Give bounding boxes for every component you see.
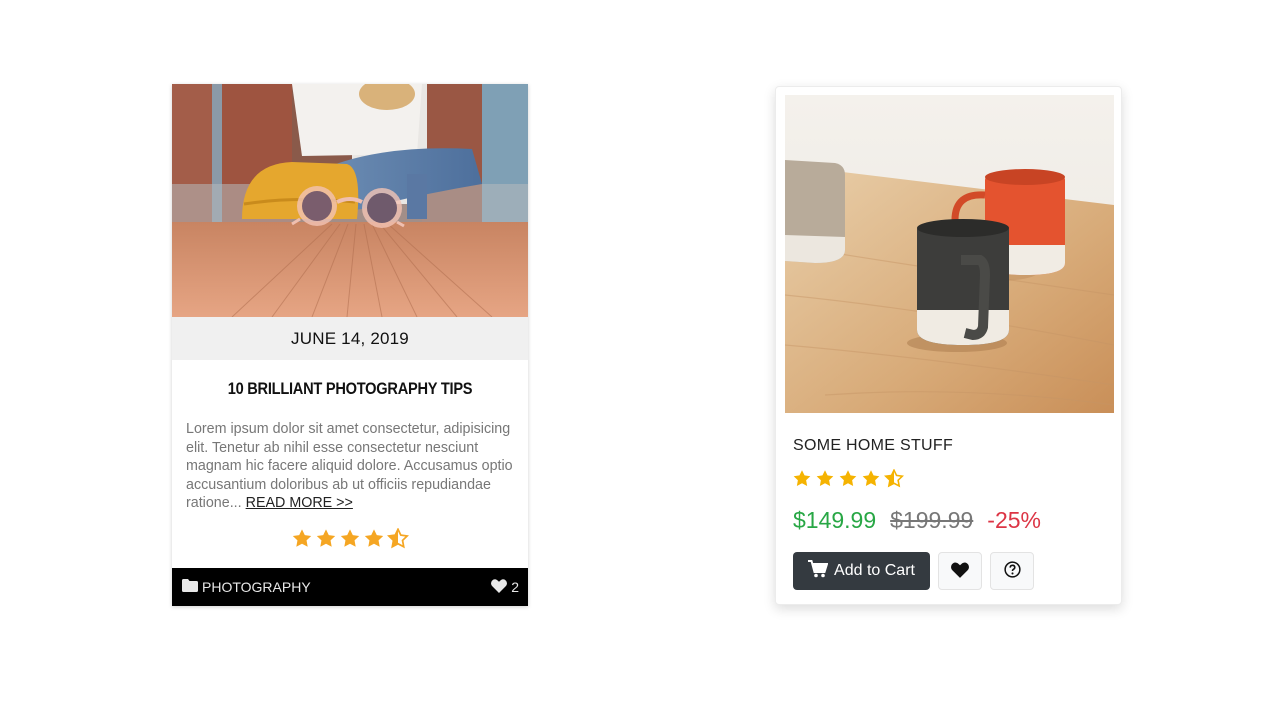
star-full-icon (838, 469, 858, 493)
add-to-cart-button[interactable]: Add to Cart (793, 552, 930, 590)
likes-count: 2 (511, 579, 519, 595)
star-half-icon (883, 468, 905, 493)
product-actions: Add to Cart (793, 552, 1034, 590)
question-circle-icon (1003, 561, 1021, 581)
star-full-icon (861, 469, 881, 493)
blog-image-sunglasses (172, 84, 528, 317)
post-title[interactable]: 10 BRILLIANT PHOTOGRAPHY TIPS (197, 379, 503, 399)
star-full-icon (315, 528, 337, 554)
post-date: JUNE 14, 2019 (172, 317, 528, 360)
product-title[interactable]: SOME HOME STUFF (793, 437, 953, 455)
star-full-icon (792, 469, 812, 493)
star-half-icon (386, 527, 410, 554)
star-full-icon (291, 528, 313, 554)
price-row: $149.99 $199.99 -25% (793, 507, 1041, 534)
star-full-icon (815, 469, 835, 493)
wishlist-button[interactable] (938, 552, 982, 590)
heart-icon (491, 578, 508, 596)
add-to-cart-label: Add to Cart (834, 562, 915, 579)
post-footer: PHOTOGRAPHY 2 (172, 568, 528, 606)
post-likes[interactable]: 2 (491, 578, 519, 596)
folder-icon (182, 579, 198, 595)
category-label: PHOTOGRAPHY (202, 579, 311, 595)
post-category[interactable]: PHOTOGRAPHY (182, 579, 311, 595)
post-rating (172, 527, 528, 554)
heart-icon (951, 561, 969, 581)
star-full-icon (339, 528, 361, 554)
read-more-link[interactable]: READ MORE >> (246, 495, 353, 511)
product-card: SOME HOME STUFF $149.99 $199.99 -25% Add… (775, 86, 1122, 605)
product-image-mugs (785, 95, 1114, 413)
blog-card: JUNE 14, 2019 10 BRILLIANT PHOTOGRAPHY T… (172, 84, 528, 606)
post-excerpt: Lorem ipsum dolor sit amet consectetur, … (186, 420, 516, 513)
discount-badge: -25% (987, 507, 1041, 533)
product-rating (792, 468, 905, 493)
current-price: $149.99 (793, 507, 877, 533)
help-button[interactable] (990, 552, 1034, 590)
original-price: $199.99 (890, 507, 974, 533)
star-full-icon (363, 528, 385, 554)
cart-icon (808, 559, 829, 583)
